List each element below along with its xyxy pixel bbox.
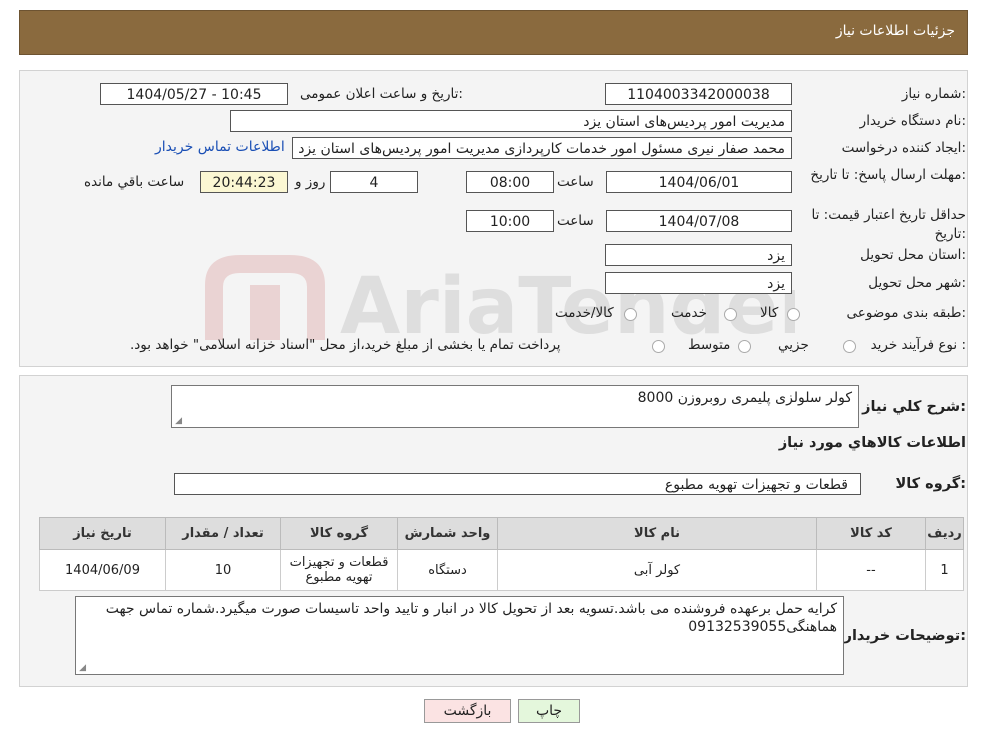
buyer-contact-link[interactable]: اطلاعات تماس خریدار [155,139,285,155]
treasury-checkbox[interactable] [652,340,665,353]
cell-unit: دستگاه [397,549,498,591]
process-note: پرداخت تمام یا بخشی از مبلغ خرید،از محل … [130,337,561,353]
need-number-field: 1104003342000038 [605,83,792,105]
category-radio-service[interactable] [724,308,737,321]
category-option-service: خدمت [671,305,707,321]
category-option-goods: کالا [760,305,779,321]
cell-group: قطعات و تجهیزات تهویه مطبوع [280,549,398,591]
goods-info-title: اطلاعات كالاهاي مورد نياز [778,435,966,451]
deadline-time-field: 08:00 [466,171,554,193]
print-button[interactable]: چاپ [518,699,580,723]
buyer-notes-label: توضیحات خریدار: [843,628,966,644]
buyer-notes-textarea[interactable]: کرایه حمل برعهده فروشنده می باشد.تسویه ب… [75,596,844,675]
cell-name: کولر آبی [497,549,817,591]
col-code: کد کالا [816,517,926,550]
days-label: روز و [295,174,326,190]
category-option-goods-service: کالا/خدمت [555,305,614,321]
validity-time-field: 10:00 [466,210,554,232]
city-field: یزد [605,272,792,294]
buyer-field: مدیریت امور پردیس‌های استان یزد [230,110,792,132]
need-number-label: شماره نیاز: [901,86,966,102]
table-row: 1 -- کولر آبی دستگاه قطعات و تجهیزات تهو… [39,549,964,591]
process-label: نوع فرآیند خرید : [870,337,966,353]
table-header-row: رديف کد کالا نام کالا واحد شمارش گروه کا… [39,517,964,550]
validity-date-field: 1404/07/08 [606,210,792,232]
col-row: رديف [925,517,964,550]
province-label: استان محل تحویل: [860,247,966,263]
cell-quantity: 10 [165,549,281,591]
group-field: قطعات و تجهیزات تهویه مطبوع [174,473,861,495]
creator-label: ایجاد کننده درخواست: [841,140,966,156]
deadline-date-field: 1404/06/01 [606,171,792,193]
summary-textarea[interactable]: کولر سلولزی پلیمری روبروزن 8000 ◢ [171,385,859,428]
remaining-time-field: 20:44:23 [200,171,288,193]
items-table: رديف کد کالا نام کالا واحد شمارش گروه کا… [39,517,964,591]
buyer-label: نام دستگاه خریدار: [859,113,966,129]
province-field: یزد [605,244,792,266]
days-field: 4 [330,171,418,193]
cell-row: 1 [925,549,964,591]
validity-label: حداقل تاریخ اعتبار قیمت: تا تاریخ: [811,207,966,242]
validity-time-label: ساعت [557,213,594,229]
remaining-label: ساعت باقي مانده [84,174,185,190]
deadline-time-label: ساعت [557,174,594,190]
col-group: گروه کالا [280,517,398,550]
process-radio-medium[interactable] [738,340,751,353]
summary-text: کولر سلولزی پلیمری روبروزن 8000 [637,390,852,406]
page-header: جزئیات اطلاعات نیاز [19,10,968,55]
resize-grip-icon[interactable]: ◢ [78,664,86,673]
process-radio-minor[interactable] [843,340,856,353]
col-date: تاریخ نیاز [39,517,166,550]
announce-datetime-field: 1404/05/27 - 10:45 [100,83,288,105]
cell-date: 1404/06/09 [39,549,166,591]
group-label: گروه کالا: [895,476,966,492]
deadline-label: مهلت ارسال پاسخ: تا تاریخ: [810,167,966,183]
col-name: نام کالا [497,517,817,550]
page-title: جزئیات اطلاعات نیاز [835,23,955,39]
category-label: طبقه بندی موضوعی: [846,305,966,321]
back-button[interactable]: بازگشت [424,699,511,723]
process-option-medium: متوسط [688,337,731,353]
creator-field: محمد صفار نیری مسئول امور خدمات کارپرداز… [292,137,792,159]
category-radio-goods-service[interactable] [624,308,637,321]
col-unit: واحد شمارش [397,517,498,550]
buyer-notes-text: کرایه حمل برعهده فروشنده می باشد.تسویه ب… [105,601,837,635]
process-option-minor: جزيي [778,337,809,353]
city-label: شهر محل تحویل: [868,275,966,291]
announce-label: تاریخ و ساعت اعلان عمومی: [300,86,463,102]
watermark-logo-icon [205,255,325,340]
summary-label: شرح کلي نياز: [862,399,966,415]
cell-code: -- [816,549,926,591]
col-quantity: تعداد / مقدار [165,517,281,550]
category-radio-goods[interactable] [787,308,800,321]
resize-grip-icon[interactable]: ◢ [174,417,182,426]
